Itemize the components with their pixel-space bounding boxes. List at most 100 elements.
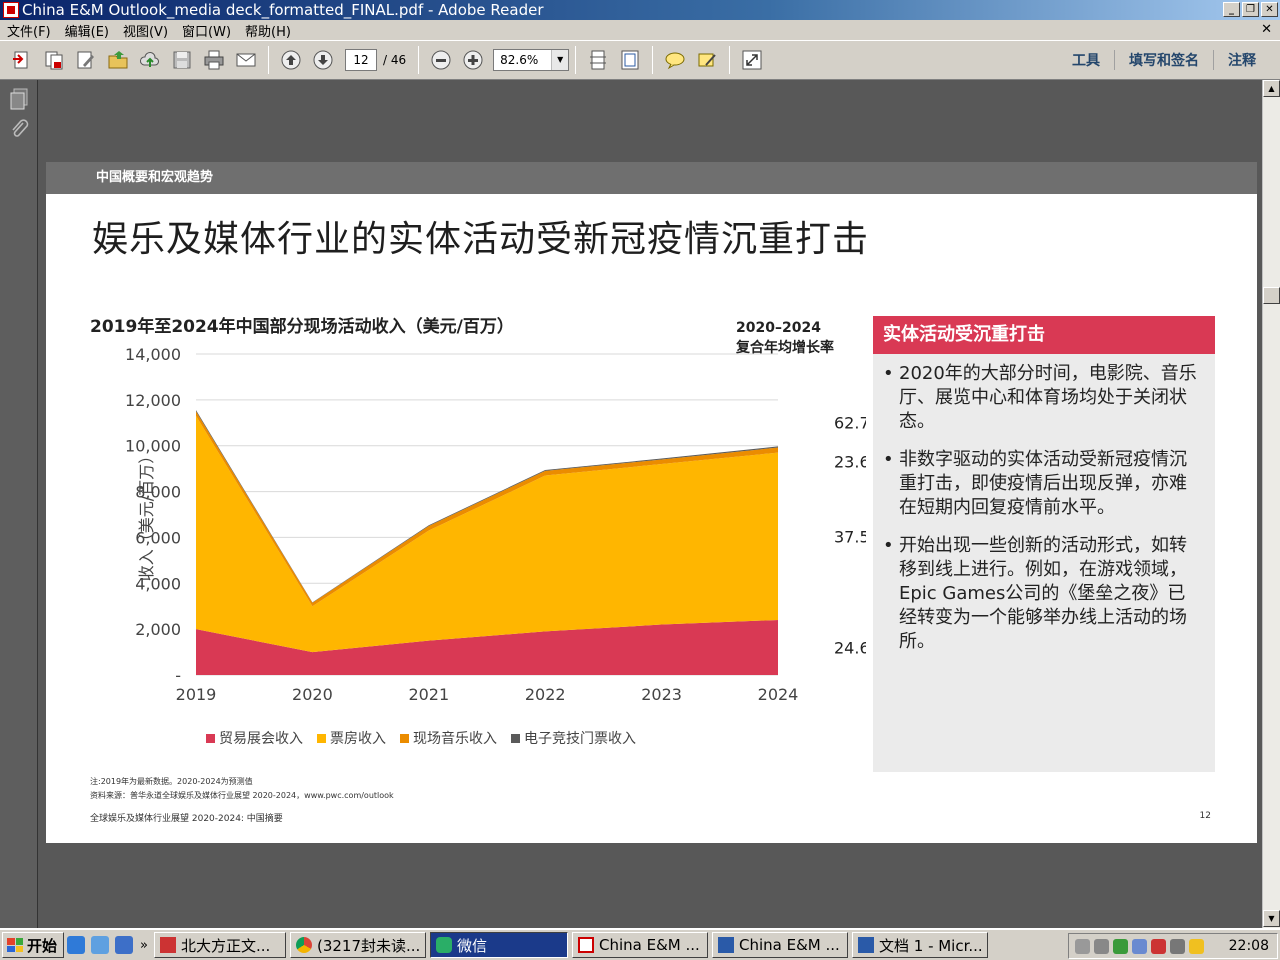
start-button[interactable]: 开始 <box>2 932 65 958</box>
document-close-icon[interactable]: ✕ <box>1261 22 1272 37</box>
navigation-pane <box>0 80 38 928</box>
area-series-1 <box>196 415 778 653</box>
taskbar-clock: 22:08 <box>1228 938 1269 954</box>
volume-icon[interactable] <box>1151 938 1166 954</box>
legend-label: 现场音乐收入 <box>413 731 497 747</box>
zoom-in-icon[interactable] <box>460 47 486 73</box>
upload-cloud-icon[interactable] <box>137 47 163 73</box>
windows-taskbar: 开始 » 北大方正文... (3217封未读... 微信 China E&M .… <box>0 928 1280 960</box>
combine-files-icon[interactable] <box>41 47 67 73</box>
scroll-up-button[interactable]: ▲ <box>1263 80 1280 97</box>
internet-explorer-icon[interactable] <box>67 936 86 954</box>
tray-settings-icon[interactable] <box>1170 938 1185 954</box>
restore-button[interactable]: ❐ <box>1242 2 1259 17</box>
zoom-out-icon[interactable] <box>428 47 454 73</box>
network-status-icon[interactable] <box>1132 938 1147 954</box>
chart-areas <box>196 410 778 675</box>
chrome-icon <box>295 937 312 953</box>
toolbar-separator <box>575 46 577 74</box>
cagr-label: 37.5% <box>834 527 866 546</box>
section-header: 中国概要和宏观趋势 <box>46 162 1257 194</box>
cagr-header-years: 2020–2024 <box>736 320 821 336</box>
menu-file[interactable]: 文件(F) <box>0 21 58 40</box>
x-tick-label: 2023 <box>641 685 682 702</box>
fit-width-scroll-icon[interactable] <box>585 47 611 73</box>
toolbar-separator <box>729 46 731 74</box>
toolbar: 12 / 46 82.6% ▼ 工具 填写和签名 注释 <box>0 40 1280 80</box>
x-tick-label: 2020 <box>292 685 333 702</box>
scrollbar-thumb[interactable] <box>1263 287 1280 304</box>
input-method-icon[interactable] <box>1094 938 1109 954</box>
network-icon[interactable] <box>91 936 110 954</box>
comment-button[interactable]: 注释 <box>1213 50 1270 70</box>
save-icon[interactable] <box>169 47 195 73</box>
x-tick-label: 2024 <box>758 685 799 702</box>
attachments-icon[interactable] <box>8 118 30 140</box>
title-bar: China E&M Outlook_media deck_formatted_F… <box>0 0 1280 20</box>
legend-item: 电子竞技门票收入 <box>511 728 636 748</box>
page-thumbnails-icon[interactable] <box>8 88 30 110</box>
edit-pdf-icon[interactable] <box>73 47 99 73</box>
y-tick-label: 14,000 <box>125 345 181 364</box>
keyboard-icon[interactable] <box>1075 938 1090 954</box>
window-controls: _ ❐ ✕ <box>1223 2 1278 17</box>
chevron-down-icon[interactable]: ▼ <box>551 50 569 70</box>
cagr-labels: 24.6% 37.5% 23.6% 62.7% <box>834 413 866 657</box>
x-tick-label: 2022 <box>525 685 566 702</box>
toolbar-separator <box>652 46 654 74</box>
page-footer-title: 全球娱乐及媒体行业展望 2020-2024: 中国摘要 <box>90 814 283 824</box>
taskbar-item-word-doc1[interactable]: 文档 1 - Micr... <box>851 932 988 958</box>
taskbar-item-word-doc[interactable]: China E&M ... <box>711 932 848 958</box>
legend-label: 电子竞技门票收入 <box>524 731 636 747</box>
menu-edit[interactable]: 编辑(E) <box>58 21 116 40</box>
comment-icon[interactable] <box>662 47 688 73</box>
document-viewport[interactable]: 中国概要和宏观趋势 娱乐及媒体行业的实体活动受新冠疫情沉重打击 2019年至20… <box>38 80 1262 928</box>
pdf-page: 中国概要和宏观趋势 娱乐及媒体行业的实体活动受新冠疫情沉重打击 2019年至20… <box>46 162 1257 843</box>
menu-help[interactable]: 帮助(H) <box>238 21 298 40</box>
highlight-icon[interactable] <box>694 47 720 73</box>
toolbar-separator <box>418 46 420 74</box>
y-tick-label: 2,000 <box>135 620 181 639</box>
browser-icon[interactable] <box>115 936 134 954</box>
create-pdf-icon[interactable] <box>9 47 35 73</box>
cagr-label: 24.6% <box>834 638 866 657</box>
taskbar-item-wechat[interactable]: 微信 <box>429 932 568 958</box>
email-icon[interactable] <box>233 47 259 73</box>
fit-page-icon[interactable] <box>617 47 643 73</box>
legend-label: 贸易展会收入 <box>219 731 303 747</box>
zoom-level-select[interactable]: 82.6% ▼ <box>493 49 570 71</box>
wechat-icon <box>435 937 452 953</box>
tools-button[interactable]: 工具 <box>1058 50 1114 70</box>
scroll-down-button[interactable]: ▼ <box>1263 910 1280 927</box>
founder-app-icon <box>159 937 176 953</box>
system-tray: 22:08 <box>1068 933 1278 959</box>
task-pane-buttons: 工具 填写和签名 注释 <box>1058 41 1270 79</box>
toolbar-separator <box>268 46 269 74</box>
open-folder-icon[interactable] <box>105 47 131 73</box>
expand-icon[interactable] <box>739 47 765 73</box>
vertical-scrollbar[interactable]: ▲ ▼ <box>1262 80 1280 928</box>
menu-view[interactable]: 视图(V) <box>116 21 175 40</box>
y-tick-label: - <box>175 666 181 685</box>
next-page-icon[interactable] <box>310 47 336 73</box>
start-label: 开始 <box>27 936 58 955</box>
taskbar-item-adobe-reader[interactable]: China E&M ... <box>571 932 708 958</box>
fill-sign-button[interactable]: 填写和签名 <box>1114 50 1213 70</box>
previous-page-icon[interactable] <box>278 47 304 73</box>
window-title: China E&M Outlook_media deck_formatted_F… <box>22 1 544 19</box>
legend-swatch <box>400 733 409 743</box>
minimize-button[interactable]: _ <box>1223 2 1240 17</box>
legend-swatch <box>511 733 520 743</box>
quick-launch-chevron-icon[interactable]: » <box>140 938 148 953</box>
taskbar-item-founder[interactable]: 北大方正文... <box>153 932 286 958</box>
adobe-reader-icon <box>3 2 19 18</box>
taskbar-item-chrome[interactable]: (3217封未读... <box>289 932 426 958</box>
page-number-input[interactable]: 12 <box>345 49 377 71</box>
page-footer-number: 12 <box>1199 811 1211 821</box>
tray-app-icon[interactable] <box>1113 938 1128 954</box>
print-icon[interactable] <box>201 47 227 73</box>
security-shield-icon[interactable] <box>1189 938 1204 954</box>
legend-swatch <box>317 733 326 743</box>
menu-window[interactable]: 窗口(W) <box>175 21 238 40</box>
close-button[interactable]: ✕ <box>1261 2 1278 17</box>
